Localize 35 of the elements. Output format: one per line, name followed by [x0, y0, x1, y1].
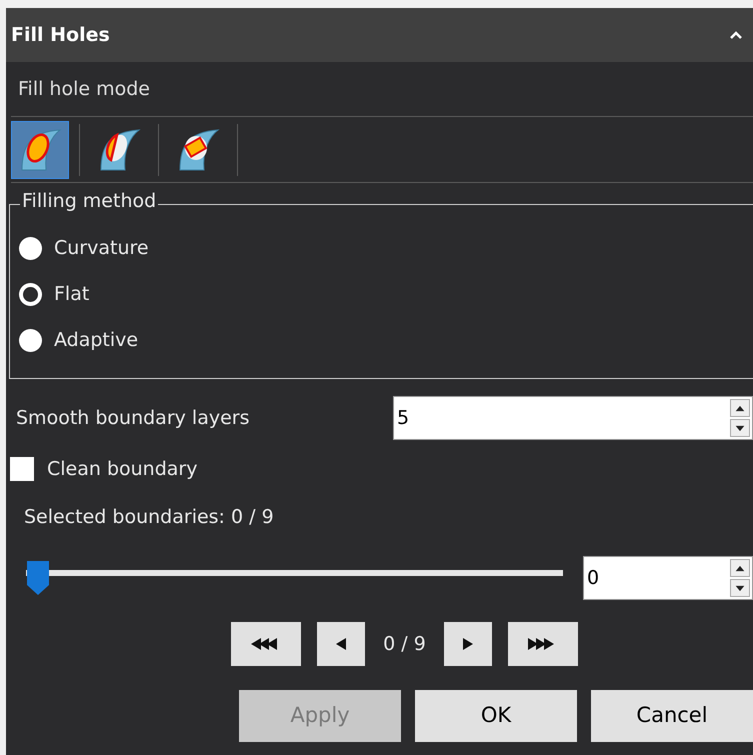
triangle-up-icon	[734, 564, 746, 572]
group-title: Filling method	[20, 192, 158, 211]
radio-option[interactable]: Curvature	[19, 230, 753, 266]
radio-option[interactable]: Flat	[19, 276, 753, 312]
radio-button[interactable]	[19, 328, 42, 352]
panel-title: Fill Holes	[11, 22, 110, 48]
next-button[interactable]	[444, 622, 492, 666]
previous-button[interactable]	[317, 622, 366, 666]
dialog-button[interactable]: Cancel	[591, 690, 753, 742]
number-field[interactable]: 5	[393, 396, 753, 440]
radio-option[interactable]: Adaptive	[19, 322, 753, 358]
selection-count: Selected boundaries: 0 / 9	[23, 505, 275, 530]
triangle-up-icon	[734, 404, 746, 412]
slider-thumb[interactable]	[26, 560, 50, 596]
first-button[interactable]	[231, 622, 302, 666]
page-counter: 0 / 9	[382, 632, 427, 657]
radio-button[interactable]	[19, 236, 42, 260]
triangle-down-icon	[734, 584, 746, 592]
number-field[interactable]: 0	[583, 556, 753, 600]
spin-up-button[interactable]	[730, 559, 750, 577]
dialog-button[interactable]: OK	[415, 690, 577, 742]
chevron-up-icon	[729, 30, 743, 40]
checkbox-option[interactable]: Clean boundary	[6, 449, 753, 489]
spin-down-button[interactable]	[730, 579, 750, 597]
left-triangle-icon	[336, 637, 346, 651]
last-button[interactable]	[508, 622, 578, 666]
spin-up-button[interactable]	[730, 399, 750, 417]
field-label: Smooth boundary layers	[16, 406, 250, 431]
spin-down-button[interactable]	[730, 419, 750, 437]
radio-button[interactable]	[19, 282, 42, 306]
triangle-down-icon	[734, 424, 746, 432]
slider[interactable]	[26, 560, 563, 596]
checkbox[interactable]	[10, 457, 34, 481]
section-label: Fill hole mode	[17, 76, 151, 102]
right-triangle-icon	[462, 637, 473, 651]
